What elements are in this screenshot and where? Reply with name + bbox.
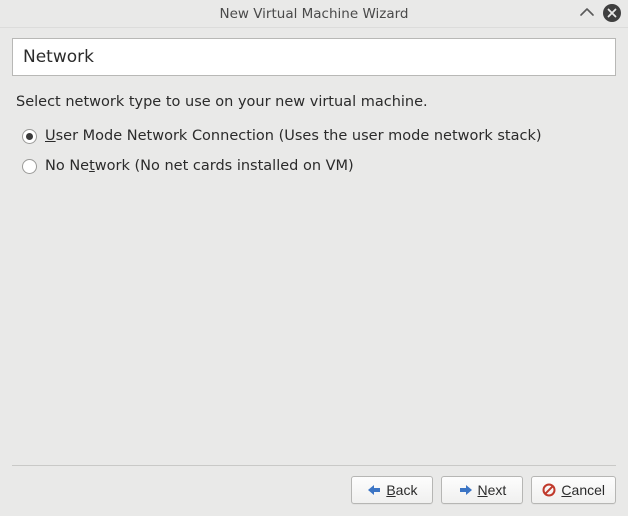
back-button-label: Back [386,482,417,498]
instruction-text: Select network type to use on your new v… [16,94,612,110]
window-title: New Virtual Machine Wizard [0,6,628,22]
cancel-button-label: Cancel [561,482,605,498]
radio-indicator [22,129,37,144]
cancel-icon [542,483,556,497]
page-heading: Network [23,47,605,67]
radio-no-network[interactable]: No Network (No net cards installed on VM… [22,158,616,174]
page-heading-box: Network [12,38,616,76]
radio-no-network-label: No Network (No net cards installed on VM… [45,158,354,174]
radio-user-mode[interactable]: User Mode Network Connection (Uses the u… [22,128,616,144]
spacer [12,174,616,465]
radio-user-mode-label: User Mode Network Connection (Uses the u… [45,128,542,144]
network-options: User Mode Network Connection (Uses the u… [22,128,616,174]
titlebar: New Virtual Machine Wizard [0,0,628,28]
next-button[interactable]: Next [441,476,523,504]
minimize-icon[interactable] [578,4,596,22]
cancel-button[interactable]: Cancel [531,476,616,504]
separator [12,465,616,466]
arrow-right-icon [459,484,473,496]
button-row: Back Next Cancel [0,476,628,516]
radio-indicator [22,159,37,174]
window-controls [578,3,622,23]
arrow-left-icon [367,484,381,496]
next-button-label: Next [478,482,507,498]
content-area: Network Select network type to use on yo… [0,28,628,476]
wizard-window: New Virtual Machine Wizard Network Selec… [0,0,628,516]
back-button[interactable]: Back [351,476,433,504]
close-icon[interactable] [602,3,622,23]
